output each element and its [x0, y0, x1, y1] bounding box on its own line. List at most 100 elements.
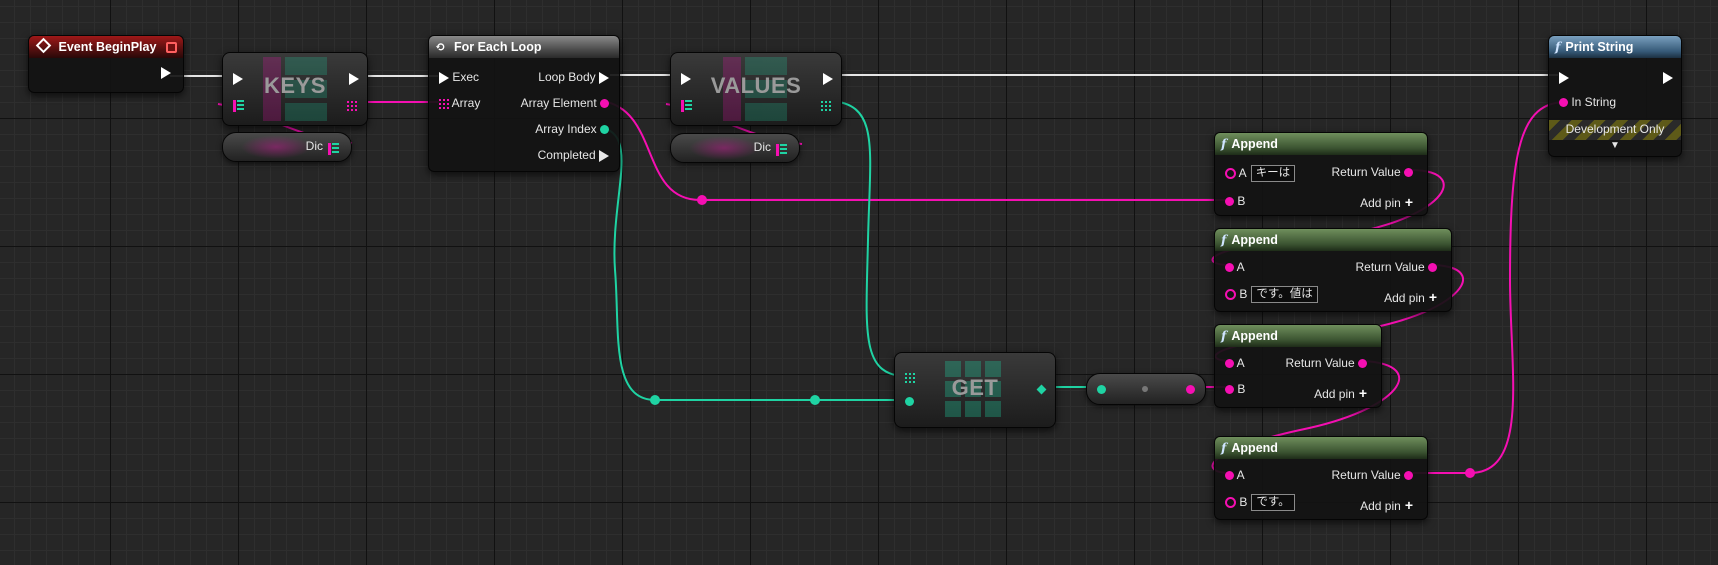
append-header: f Append [1215, 229, 1451, 251]
exec-arrow-icon [161, 66, 171, 79]
function-f-icon: f [1221, 232, 1227, 247]
for-each-loop-node[interactable]: ⟲ For Each Loop Exec Array Loop Body Arr… [428, 35, 620, 172]
array-in-pin[interactable]: Array [439, 95, 480, 111]
int-to-string-conversion-node[interactable] [1086, 373, 1206, 405]
pin-label: In String [1571, 95, 1617, 109]
add-pin-button[interactable]: Add pin + [1360, 497, 1413, 514]
value-out-pin[interactable] [1036, 381, 1047, 397]
node-title: Event BeginPlay [58, 40, 157, 54]
exec-out-pin[interactable] [1663, 69, 1673, 85]
exec-in-pin[interactable] [681, 70, 691, 86]
variable-label: Dic [305, 139, 323, 153]
a-in-pin[interactable]: A [1225, 259, 1245, 275]
pin-label: Add pin [1360, 499, 1401, 513]
reroute-knot [697, 195, 707, 205]
array-icon [905, 372, 915, 383]
pin-label: Return Value [1355, 260, 1425, 274]
map-in-pin[interactable] [681, 97, 692, 113]
pin-label: Return Value [1331, 165, 1401, 179]
node-title: Append [1231, 441, 1278, 455]
add-pin-button[interactable]: Add pin + [1360, 194, 1413, 211]
index-in-pin[interactable] [905, 393, 914, 409]
append-node-2[interactable]: f Append A B です。値は Return Value Add pin + [1214, 228, 1452, 312]
pin-label: B [1237, 194, 1246, 208]
node-title: VALUES [710, 73, 802, 98]
pin-label: Array Element [520, 96, 597, 110]
exec-out-pin[interactable] [161, 64, 171, 80]
loop-icon: ⟲ [435, 39, 446, 54]
values-dic-variable[interactable]: Dic [670, 133, 800, 163]
int-in-pin[interactable] [1097, 381, 1106, 397]
plus-icon: + [1404, 497, 1413, 513]
a-in-pin[interactable]: A [1225, 355, 1245, 371]
a-in-pin[interactable]: A キーは [1225, 165, 1296, 183]
b-in-pin[interactable]: B [1225, 381, 1245, 397]
variable-label: Dic [753, 140, 771, 154]
add-pin-button[interactable]: Add pin + [1384, 289, 1437, 306]
map-in-pin[interactable] [233, 97, 244, 113]
pin-label: A [1236, 468, 1245, 482]
b-in-pin[interactable]: B [1225, 193, 1245, 209]
append-node-4[interactable]: f Append A B です。 Return Value Add pin + [1214, 436, 1428, 520]
pin-label: Return Value [1285, 356, 1355, 370]
pin-label: A [1236, 260, 1245, 274]
event-begin-play-node[interactable]: Event BeginPlay [28, 35, 184, 93]
pin-label: Return Value [1331, 468, 1401, 482]
diamond-icon [35, 37, 52, 54]
function-f-icon: f [1555, 39, 1561, 54]
loop-body-pin[interactable]: Loop Body [538, 69, 609, 85]
add-pin-button[interactable]: Add pin + [1314, 385, 1367, 402]
b-in-pin[interactable]: B です。 [1225, 494, 1295, 512]
b-text-input[interactable]: です。 [1251, 494, 1295, 512]
event-begin-play-header: Event BeginPlay [29, 36, 183, 58]
a-text-input[interactable]: キーは [1250, 165, 1296, 183]
in-string-pin[interactable]: In String [1559, 94, 1616, 110]
print-string-node[interactable]: f Print String In String Development Only… [1548, 35, 1682, 157]
map-icon [328, 142, 339, 155]
map-icon [233, 99, 244, 112]
array-out-pin[interactable] [821, 97, 831, 113]
return-value-pin[interactable]: Return Value [1355, 259, 1437, 275]
pin-label: Exec [452, 70, 480, 84]
pin-label: Add pin [1384, 291, 1425, 305]
square-icon [166, 42, 177, 53]
string-out-pin[interactable] [1186, 381, 1195, 397]
pin-label: Completed [537, 148, 596, 162]
array-element-pin[interactable]: Array Element [521, 95, 609, 111]
return-value-pin[interactable]: Return Value [1331, 467, 1413, 483]
append-node-1[interactable]: f Append A キーは B Return Value Add pin + [1214, 132, 1428, 216]
get-node[interactable]: GET [894, 352, 1056, 428]
return-value-pin[interactable]: Return Value [1285, 355, 1367, 371]
exec-out-pin[interactable] [349, 70, 359, 86]
pin-label: Array Index [535, 122, 597, 136]
node-title: GET [951, 375, 999, 400]
append-node-3[interactable]: f Append A B Return Value Add pin + [1214, 324, 1382, 408]
exec-in-pin[interactable] [1559, 69, 1569, 85]
node-title: Append [1231, 233, 1278, 247]
pin-label: B [1237, 382, 1246, 396]
print-string-header: f Print String [1549, 36, 1681, 58]
return-value-pin[interactable]: Return Value [1331, 164, 1413, 180]
node-title: Print String [1565, 40, 1634, 54]
a-in-pin[interactable]: A [1225, 467, 1245, 483]
keys-node[interactable]: KEYS [222, 52, 368, 126]
array-icon [347, 100, 357, 111]
b-text-input[interactable]: です。値は [1251, 286, 1318, 304]
expand-chevron-icon[interactable]: ▼ [1549, 140, 1681, 151]
b-in-pin[interactable]: B です。値は [1225, 286, 1318, 304]
pin-label: Add pin [1314, 387, 1355, 401]
node-title: Append [1231, 329, 1278, 343]
values-node[interactable]: VALUES [670, 52, 842, 126]
exec-in-pin[interactable]: Exec [439, 69, 479, 85]
append-header: f Append [1215, 325, 1381, 347]
keys-dic-variable[interactable]: Dic [222, 132, 352, 162]
append-header: f Append [1215, 437, 1427, 459]
array-index-pin[interactable]: Array Index [535, 121, 609, 137]
exec-in-pin[interactable] [233, 70, 243, 86]
array-in-pin[interactable] [905, 369, 915, 385]
exec-out-pin[interactable] [823, 70, 833, 86]
completed-pin[interactable]: Completed [538, 147, 609, 163]
map-icon [681, 99, 692, 112]
for-each-loop-header: ⟲ For Each Loop [429, 36, 619, 58]
array-out-pin[interactable] [347, 97, 357, 113]
